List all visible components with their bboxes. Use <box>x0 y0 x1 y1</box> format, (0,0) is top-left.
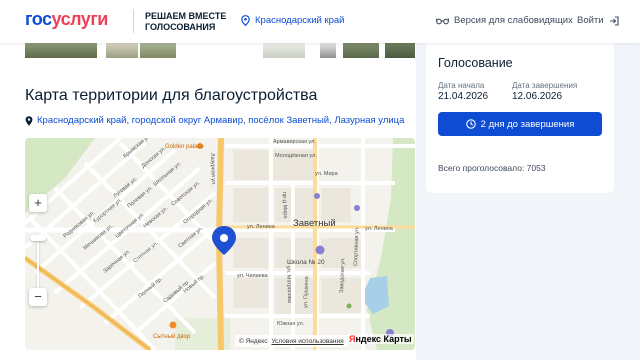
district-label: Заветный <box>293 218 336 229</box>
region-label: Краснодарский край <box>255 15 345 26</box>
voting-card: Голосование Дата начала 21.04.2026 Дата … <box>426 45 614 193</box>
poi-marker-icon <box>314 193 320 199</box>
accessibility-label: Версия для слабовидящих <box>454 15 573 26</box>
restaurant-icon <box>169 321 177 329</box>
svg-text:Golden palace: Golden palace <box>165 144 204 150</box>
street-label: Южная ул. <box>277 321 305 327</box>
end-date-value: 12.06.2026 <box>512 91 563 102</box>
page-title: Карта территории для благоустройства <box>25 87 318 104</box>
poi-marker-icon <box>346 303 352 309</box>
map-canvas[interactable]: Лазурная ул. Армавирская ул. Молодёжная … <box>25 138 415 350</box>
login-arrow-icon <box>609 15 619 26</box>
total-votes: Всего проголосовало: 7053 <box>438 163 546 173</box>
svg-text:Школа № 20: Школа № 20 <box>287 259 325 266</box>
street-label: пр-д Мира <box>281 192 288 220</box>
gallery-photo[interactable] <box>343 43 379 58</box>
territory-address: Краснодарский край, городской округ Арма… <box>25 115 404 126</box>
territory-map[interactable]: Лазурная ул. Армавирская ул. Молодёжная … <box>25 138 415 350</box>
gallery-photo[interactable] <box>25 43 97 58</box>
gosuslugi-logo[interactable]: госуслуги <box>25 9 108 30</box>
svg-text:Сытный двор: Сытный двор <box>153 333 191 340</box>
start-date-value: 21.04.2026 <box>438 91 489 102</box>
voting-title: Голосование <box>438 56 513 70</box>
photo-gallery-strip[interactable] <box>0 43 416 60</box>
site-header: госуслуги РЕШАЕМ ВМЕСТЕ ГОЛОСОВАНИЯ Крас… <box>0 0 640 43</box>
terms-of-use-link[interactable]: Условия использования <box>271 338 343 345</box>
yandex-copyright: © Яндекс <box>239 337 268 345</box>
school-icon <box>315 245 325 255</box>
street-label: ул. Ленина <box>247 224 276 230</box>
gallery-photo[interactable] <box>263 43 305 58</box>
location-pin-icon <box>25 115 33 126</box>
gallery-photo[interactable] <box>140 43 176 58</box>
street-label: Армавирская ул. <box>273 139 316 145</box>
zoom-out-button[interactable]: − <box>29 288 47 306</box>
zoom-slider-handle[interactable] <box>30 235 46 241</box>
street-label: ул. Чапаева <box>237 273 269 279</box>
yandex-maps-logo[interactable]: Яндекс Карты <box>347 334 414 344</box>
gallery-photo[interactable] <box>385 43 415 58</box>
poi-marker-icon <box>354 205 360 211</box>
region-selector[interactable]: Краснодарский край <box>241 15 344 26</box>
time-remaining-label: 2 дня до завершения <box>480 118 575 130</box>
poi-golden-palace[interactable]: Golden palace <box>165 143 204 150</box>
time-remaining-button[interactable]: 2 дня до завершения <box>438 112 602 136</box>
clock-icon <box>465 119 476 129</box>
login-label: Войти <box>577 15 604 26</box>
street-label: Заводская ул. <box>339 257 346 293</box>
street-label: ул. Ленина <box>365 226 394 232</box>
street-label: ул. Мира <box>315 171 339 177</box>
zoom-slider-track[interactable] <box>37 233 39 288</box>
header-slogan: РЕШАЕМ ВМЕСТЕ ГОЛОСОВАНИЯ <box>145 11 227 32</box>
street-label: ул. Пушкина <box>303 275 310 308</box>
gallery-photo[interactable] <box>106 43 138 58</box>
glasses-icon <box>436 17 449 24</box>
start-date-label: Дата начала <box>438 81 485 90</box>
location-pin-icon <box>241 15 250 26</box>
end-date-label: Дата завершения <box>512 81 578 90</box>
street-label: Молодёжная ул. <box>275 153 317 159</box>
gallery-photo[interactable] <box>320 43 336 58</box>
login-button[interactable]: Войти <box>577 15 619 26</box>
address-text: Краснодарский край, городской округ Арма… <box>37 115 405 126</box>
accessibility-link[interactable]: Версия для слабовидящих <box>436 15 573 26</box>
street-label: Лазурная ул. <box>209 153 216 186</box>
map-attribution: © Яндекс Условия использования <box>235 335 348 347</box>
header-divider <box>133 9 134 33</box>
zoom-in-button[interactable]: + <box>29 194 47 212</box>
